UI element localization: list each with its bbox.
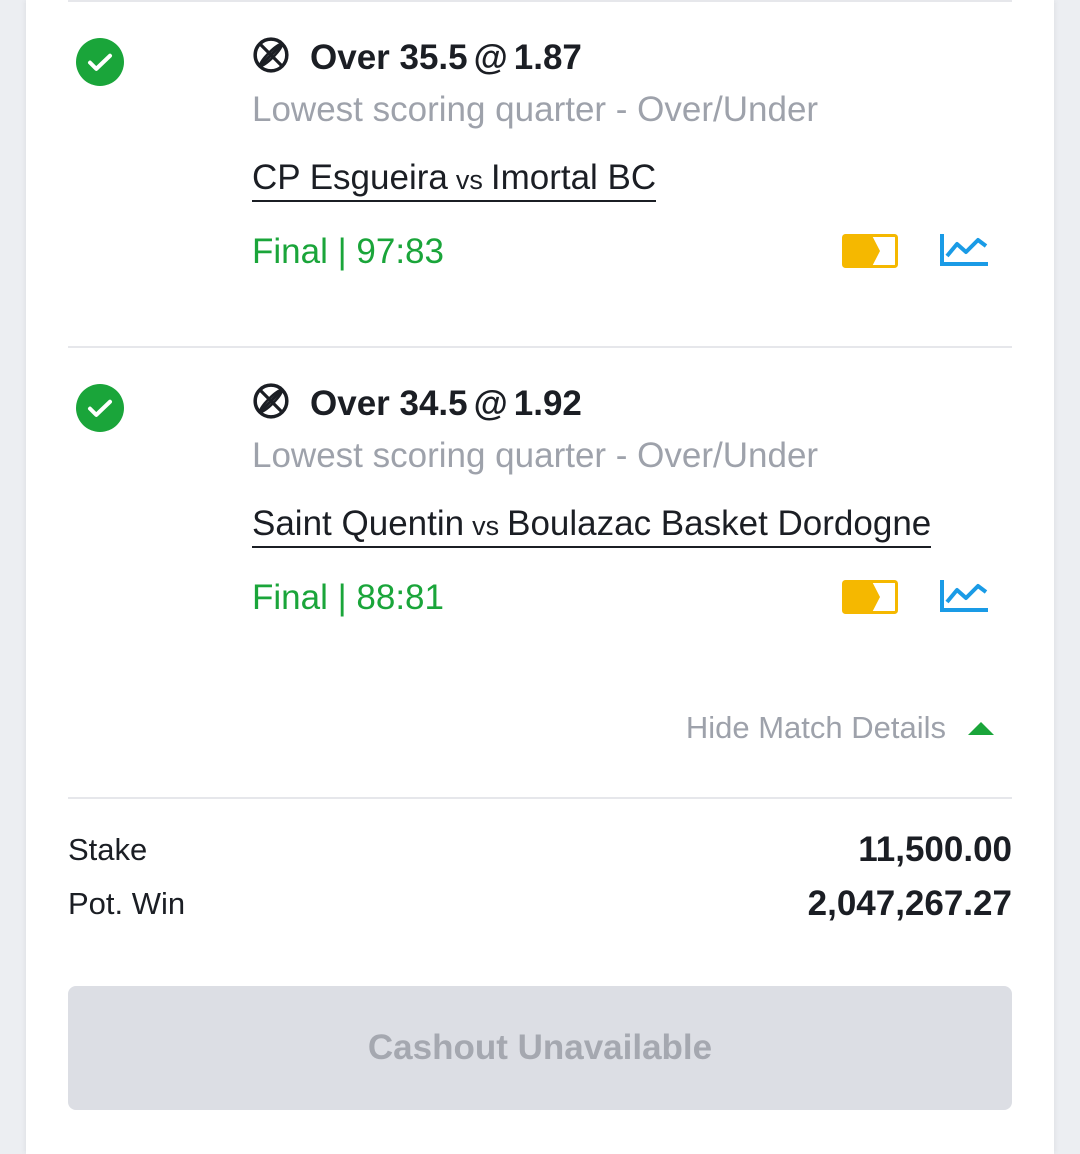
basketball-icon (253, 383, 289, 419)
selection-text: Over 34.5 @1.92 (310, 384, 582, 424)
match-link[interactable]: Saint Quentin vs Boulazac Basket Dordogne (252, 504, 932, 548)
caret-up-icon (968, 721, 994, 735)
selection-label: Over 34.5 (310, 384, 468, 423)
stake-label: Stake (68, 832, 148, 867)
toggle-label: Hide Match Details (685, 710, 946, 745)
live-tv-icon[interactable] (842, 580, 898, 614)
potwin-label: Pot. Win (68, 886, 186, 921)
match-result: Final | 88:81 (252, 578, 444, 617)
check-circle-icon (76, 38, 124, 86)
live-tv-icon[interactable] (842, 234, 898, 268)
bet-item: Over 34.5 @1.92 Lowest scoring quarter - … (26, 346, 1054, 646)
hide-match-details-toggle[interactable]: Hide Match Details (686, 710, 994, 746)
vs-label: vs (455, 165, 483, 195)
bet-item: Over 35.5 @1.87 Lowest scoring quarter - … (26, 0, 1054, 300)
away-team: Imortal BC (490, 158, 657, 197)
cashout-button[interactable]: Cashout Unavailable (68, 986, 1012, 1110)
potwin-value: 2,047,267.27 (807, 884, 1012, 923)
away-team: Boulazac Basket Dordogne (507, 504, 932, 543)
odds-value: 1.87 (513, 38, 582, 77)
market-name: Lowest scoring quarter - Over/Under (252, 90, 819, 129)
basketball-icon (253, 37, 289, 73)
match-result: Final | 97:83 (252, 232, 444, 271)
home-team: Saint Quentin (252, 504, 465, 543)
check-circle-icon (76, 384, 124, 432)
bet-slip-card: Over 35.5 @1.87 Lowest scoring quarter - … (26, 0, 1054, 1154)
stats-chart-icon[interactable] (938, 578, 990, 614)
selection-text: Over 35.5 @1.87 (310, 38, 582, 78)
vs-label: vs (472, 511, 500, 541)
stats-chart-icon[interactable] (938, 232, 990, 268)
selection-label: Over 35.5 (310, 38, 468, 77)
odds-value: 1.92 (513, 384, 582, 423)
divider (68, 797, 1012, 799)
stake-value: 11,500.00 (858, 830, 1012, 869)
match-link[interactable]: CP Esgueira vs Imortal BC (252, 158, 657, 202)
at-sign: @ (473, 38, 508, 77)
at-sign: @ (473, 384, 508, 423)
home-team: CP Esgueira (252, 158, 448, 197)
market-name: Lowest scoring quarter - Over/Under (252, 436, 819, 475)
